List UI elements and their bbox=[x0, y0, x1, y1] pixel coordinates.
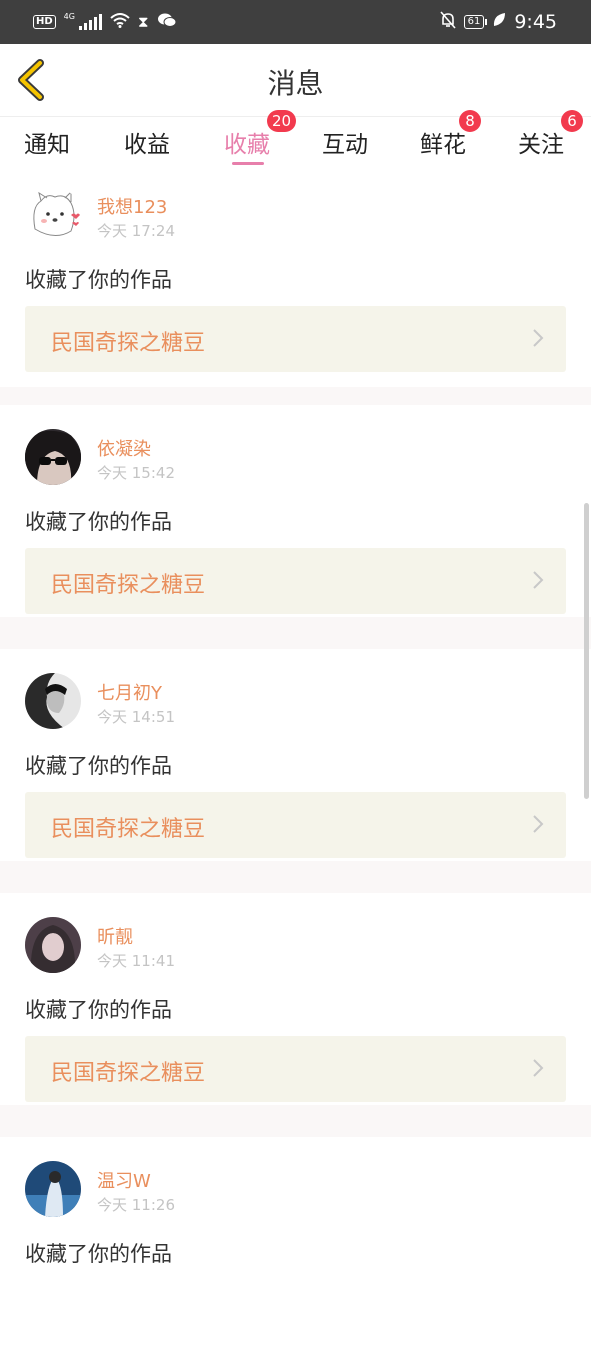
chevron-right-icon bbox=[533, 1059, 544, 1077]
network-type: 4G bbox=[63, 11, 75, 21]
divider bbox=[0, 617, 591, 649]
username[interactable]: 依凝染 bbox=[97, 435, 151, 461]
tab-active-indicator bbox=[232, 162, 264, 165]
work-title: 民国奇探之糖豆 bbox=[51, 573, 206, 598]
tab-flowers[interactable]: 鲜花 bbox=[420, 125, 466, 159]
divider bbox=[0, 1105, 591, 1137]
action-text: 收藏了你的作品 bbox=[25, 268, 172, 292]
chevron-right-icon bbox=[533, 815, 544, 833]
message-item: 我想123 今天 17:24 收藏了你的作品 民国奇探之糖豆 bbox=[0, 175, 591, 387]
message-list: 我想123 今天 17:24 收藏了你的作品 民国奇探之糖豆 依凝染 今天 15… bbox=[0, 175, 591, 1349]
tab-notifications[interactable]: 通知 bbox=[24, 125, 70, 159]
action-text: 收藏了你的作品 bbox=[25, 998, 172, 1022]
leaf-icon bbox=[492, 12, 506, 32]
tab-bar: 通知 收益 收藏 互动 鲜花 关注 20 8 6 bbox=[0, 110, 591, 175]
tab-earnings[interactable]: 收益 bbox=[124, 125, 170, 159]
divider bbox=[0, 387, 591, 405]
work-link[interactable]: 民国奇探之糖豆 bbox=[25, 548, 566, 614]
message-item: 温习W 今天 11:26 收藏了你的作品 bbox=[0, 1137, 591, 1349]
timestamp: 今天 17:24 bbox=[97, 222, 175, 240]
app-header: 消息 bbox=[0, 44, 591, 117]
favorites-badge: 20 bbox=[267, 110, 297, 132]
scrollbar[interactable] bbox=[584, 503, 589, 799]
username[interactable]: 我想123 bbox=[97, 193, 167, 219]
action-text: 收藏了你的作品 bbox=[25, 510, 172, 534]
avatar[interactable] bbox=[25, 917, 81, 973]
avatar[interactable] bbox=[25, 429, 81, 485]
action-text: 收藏了你的作品 bbox=[25, 1242, 172, 1266]
timestamp: 今天 11:41 bbox=[97, 952, 175, 970]
tab-follows[interactable]: 关注 bbox=[518, 125, 564, 159]
work-title: 民国奇探之糖豆 bbox=[51, 817, 206, 842]
timestamp: 今天 11:26 bbox=[97, 1196, 175, 1214]
work-title: 民国奇探之糖豆 bbox=[51, 1061, 206, 1086]
chevron-right-icon bbox=[533, 571, 544, 589]
avatar[interactable] bbox=[25, 1161, 81, 1217]
message-item: 七月初Y 今天 14:51 收藏了你的作品 民国奇探之糖豆 bbox=[0, 649, 591, 861]
avatar[interactable] bbox=[25, 187, 81, 243]
divider bbox=[0, 861, 591, 893]
battery-icon: 61 bbox=[463, 15, 488, 29]
message-item: 依凝染 今天 15:42 收藏了你的作品 民国奇探之糖豆 bbox=[0, 405, 591, 617]
chevron-right-icon bbox=[533, 329, 544, 347]
flowers-badge: 8 bbox=[459, 110, 481, 132]
username[interactable]: 七月初Y bbox=[97, 679, 162, 705]
bell-off-icon bbox=[439, 11, 456, 33]
wechat-icon bbox=[157, 12, 177, 32]
username[interactable]: 温习W bbox=[97, 1167, 151, 1193]
work-link[interactable]: 民国奇探之糖豆 bbox=[25, 306, 566, 372]
clock: 9:45 bbox=[514, 11, 557, 33]
signal-icon bbox=[78, 14, 102, 30]
hd-indicator: HD bbox=[33, 15, 56, 29]
status-bar: HD 4G ⧗ 61 9:45 bbox=[0, 0, 591, 44]
tab-favorites[interactable]: 收藏 bbox=[224, 125, 270, 159]
tab-interactions[interactable]: 互动 bbox=[322, 125, 368, 159]
hourglass-icon: ⧗ bbox=[137, 13, 149, 31]
message-item: 昕靓 今天 11:41 收藏了你的作品 民国奇探之糖豆 bbox=[0, 893, 591, 1105]
page-title: 消息 bbox=[267, 67, 324, 100]
timestamp: 今天 15:42 bbox=[97, 464, 175, 482]
work-link[interactable]: 民国奇探之糖豆 bbox=[25, 1036, 566, 1102]
follows-badge: 6 bbox=[561, 110, 583, 132]
timestamp: 今天 14:51 bbox=[97, 708, 175, 726]
action-text: 收藏了你的作品 bbox=[25, 754, 172, 778]
work-link[interactable]: 民国奇探之糖豆 bbox=[25, 792, 566, 858]
username[interactable]: 昕靓 bbox=[97, 923, 133, 949]
avatar[interactable] bbox=[25, 673, 81, 729]
work-title: 民国奇探之糖豆 bbox=[51, 331, 206, 356]
wifi-icon bbox=[110, 12, 130, 32]
